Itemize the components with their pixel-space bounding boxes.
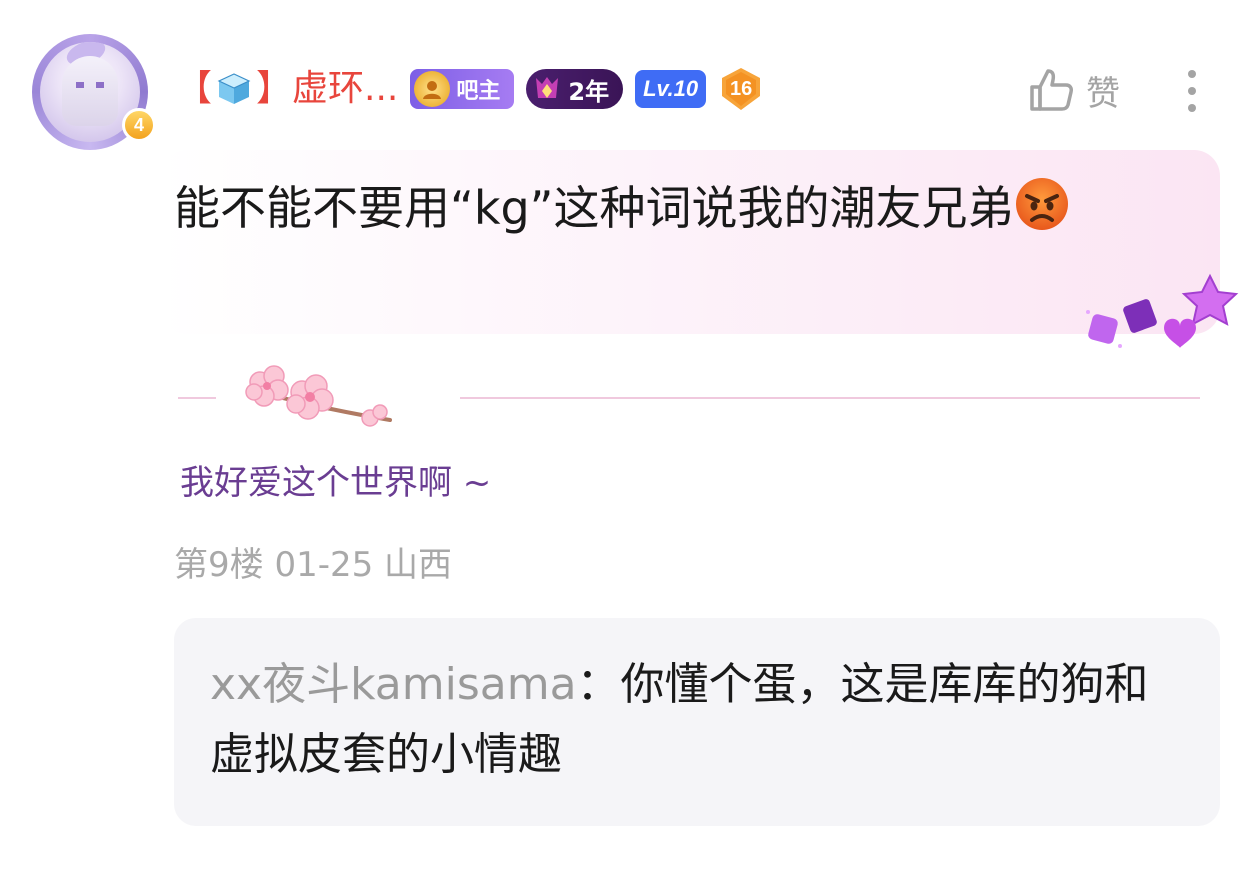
fan-level-badge[interactable]: 16 — [718, 66, 764, 112]
username-bracket-open: 【 — [176, 68, 213, 109]
avatar-hair — [62, 56, 118, 126]
membership-years-badge[interactable]: 2年 — [526, 69, 624, 109]
divider-line-right — [460, 397, 1200, 399]
like-button[interactable]: 赞 — [1026, 62, 1120, 118]
fan-level-label: 16 — [730, 78, 753, 100]
reply-username[interactable]: xx夜斗kamisama — [210, 659, 577, 710]
bar-owner-badge[interactable]: 吧主 — [410, 69, 515, 109]
more-options-icon[interactable] — [1180, 70, 1204, 116]
thumbs-up-icon — [1030, 69, 1073, 111]
avatar-eyes — [76, 82, 104, 88]
gems-decoration — [1086, 273, 1239, 348]
divider-line-left — [178, 397, 216, 399]
diamond-icon — [536, 77, 559, 98]
reply-separator: ： — [576, 659, 621, 710]
post-header: 【 】 虚环... 吧主 2年 Lv.10 16 — [176, 64, 764, 114]
comment-body: 能不能不要用“kg”这种词说我的潮友兄弟 — [174, 181, 1014, 235]
cherry-blossom-icon — [245, 365, 392, 427]
angry-face-icon — [1015, 178, 1068, 230]
membership-years-label: 2年 — [568, 77, 610, 106]
bar-owner-label: 吧主 — [456, 79, 501, 104]
like-label: 赞 — [1086, 73, 1120, 114]
post-meta: 第9楼 01-25 山西 — [174, 545, 453, 585]
ice-cube-icon — [216, 71, 252, 107]
comment-text[interactable]: 能不能不要用“kg”这种词说我的潮友兄弟 — [174, 170, 1154, 246]
username-text: 虚环... — [292, 68, 399, 109]
avatar[interactable]: 4 — [28, 28, 156, 156]
crown-user-icon — [414, 71, 451, 107]
username-bracket-close: 】 — [256, 68, 293, 109]
user-level-badge[interactable]: Lv.10 — [635, 70, 707, 108]
user-signature: 我好爱这个世界啊 ~ — [180, 463, 492, 503]
username[interactable]: 【 】 虚环... — [176, 64, 398, 114]
reply-item[interactable]: xx夜斗kamisama：你懂个蛋，这是库库的狗和虚拟皮套的小情趣 — [210, 650, 1190, 790]
avatar-level-badge: 4 — [122, 108, 156, 142]
